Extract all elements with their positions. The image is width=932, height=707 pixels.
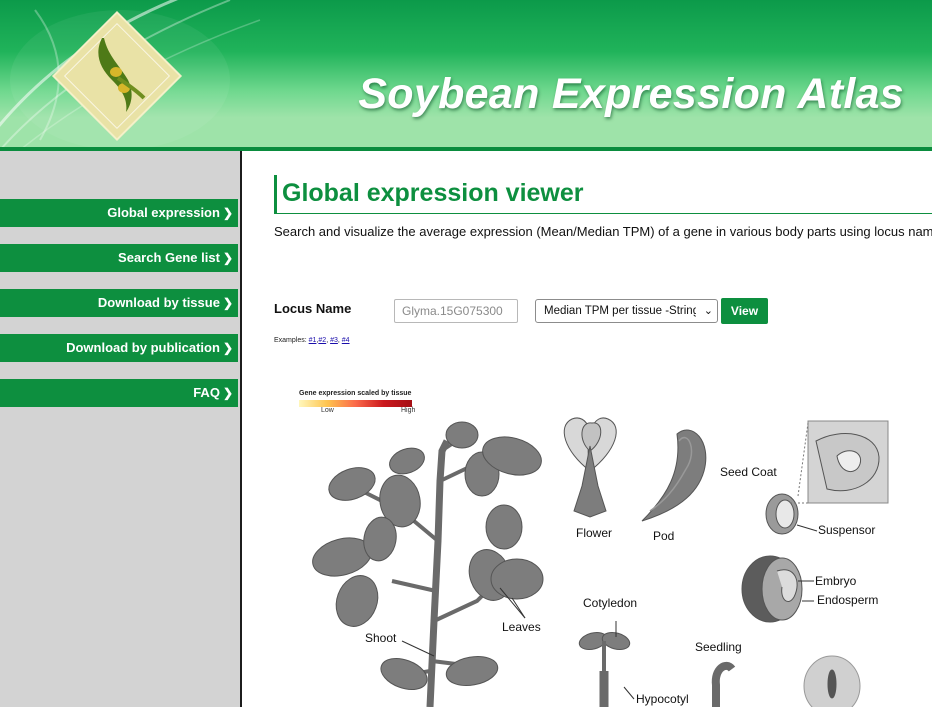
leaf[interactable]: [485, 504, 523, 550]
chevron-right-icon: ❯: [222, 341, 233, 355]
sidebar-item-global-expression[interactable]: Global expression ❯: [0, 199, 238, 227]
sidebar-item-download-by-publication[interactable]: Download by publication ❯: [0, 334, 238, 362]
label-seed-coat: Seed Coat: [720, 465, 777, 479]
leaf[interactable]: [490, 558, 544, 600]
label-leaves: Leaves: [502, 620, 541, 634]
sidebar: Global expression ❯ Search Gene list ❯ Dow…: [0, 151, 240, 707]
sidebar-item-label: Download by publication: [66, 340, 220, 355]
leaf[interactable]: [377, 653, 432, 696]
flower[interactable]: [563, 417, 617, 518]
label-embryo: Embryo: [815, 574, 857, 588]
pod[interactable]: [641, 429, 707, 522]
leaf[interactable]: [444, 653, 500, 690]
label-hypocotyl: Hypocotyl: [636, 692, 689, 706]
leaf[interactable]: [329, 570, 384, 633]
label-suspensor: Suspensor: [818, 523, 876, 537]
label-pod: Pod: [653, 529, 675, 543]
label-shoot: Shoot: [365, 631, 397, 645]
site-header: Soybean Expression Atlas: [0, 0, 932, 147]
leaf[interactable]: [324, 462, 379, 507]
seedling[interactable]: [711, 661, 736, 707]
sidebar-item-label: Download by tissue: [97, 295, 220, 310]
label-flower: Flower: [576, 526, 613, 540]
chevron-right-icon: ❯: [222, 206, 233, 220]
sidebar-item-label: Search Gene list: [118, 250, 220, 265]
sidebar-item-label: Global expression: [107, 205, 220, 220]
plant-tissue-diagram: [312, 417, 889, 707]
main-content: Global expression viewer Search and visu…: [242, 151, 932, 707]
chevron-right-icon: ❯: [222, 251, 233, 265]
chevron-right-icon: ❯: [222, 386, 233, 400]
sidebar-item-label: FAQ: [193, 385, 220, 400]
chevron-right-icon: ❯: [222, 296, 233, 310]
site-title: Soybean Expression Atlas: [358, 70, 904, 118]
label-endosperm: Endosperm: [817, 593, 879, 607]
sidebar-item-download-by-tissue[interactable]: Download by tissue ❯: [0, 289, 238, 317]
soybean-pod-logo-icon: [42, 6, 192, 147]
leaf[interactable]: [386, 444, 428, 479]
leaf[interactable]: [445, 421, 479, 449]
sidebar-item-faq[interactable]: FAQ ❯: [0, 379, 238, 407]
sidebar-item-search-gene-list[interactable]: Search Gene list ❯: [0, 244, 238, 272]
label-cotyledon: Cotyledon: [583, 596, 638, 610]
label-seedling: Seedling: [695, 640, 742, 654]
